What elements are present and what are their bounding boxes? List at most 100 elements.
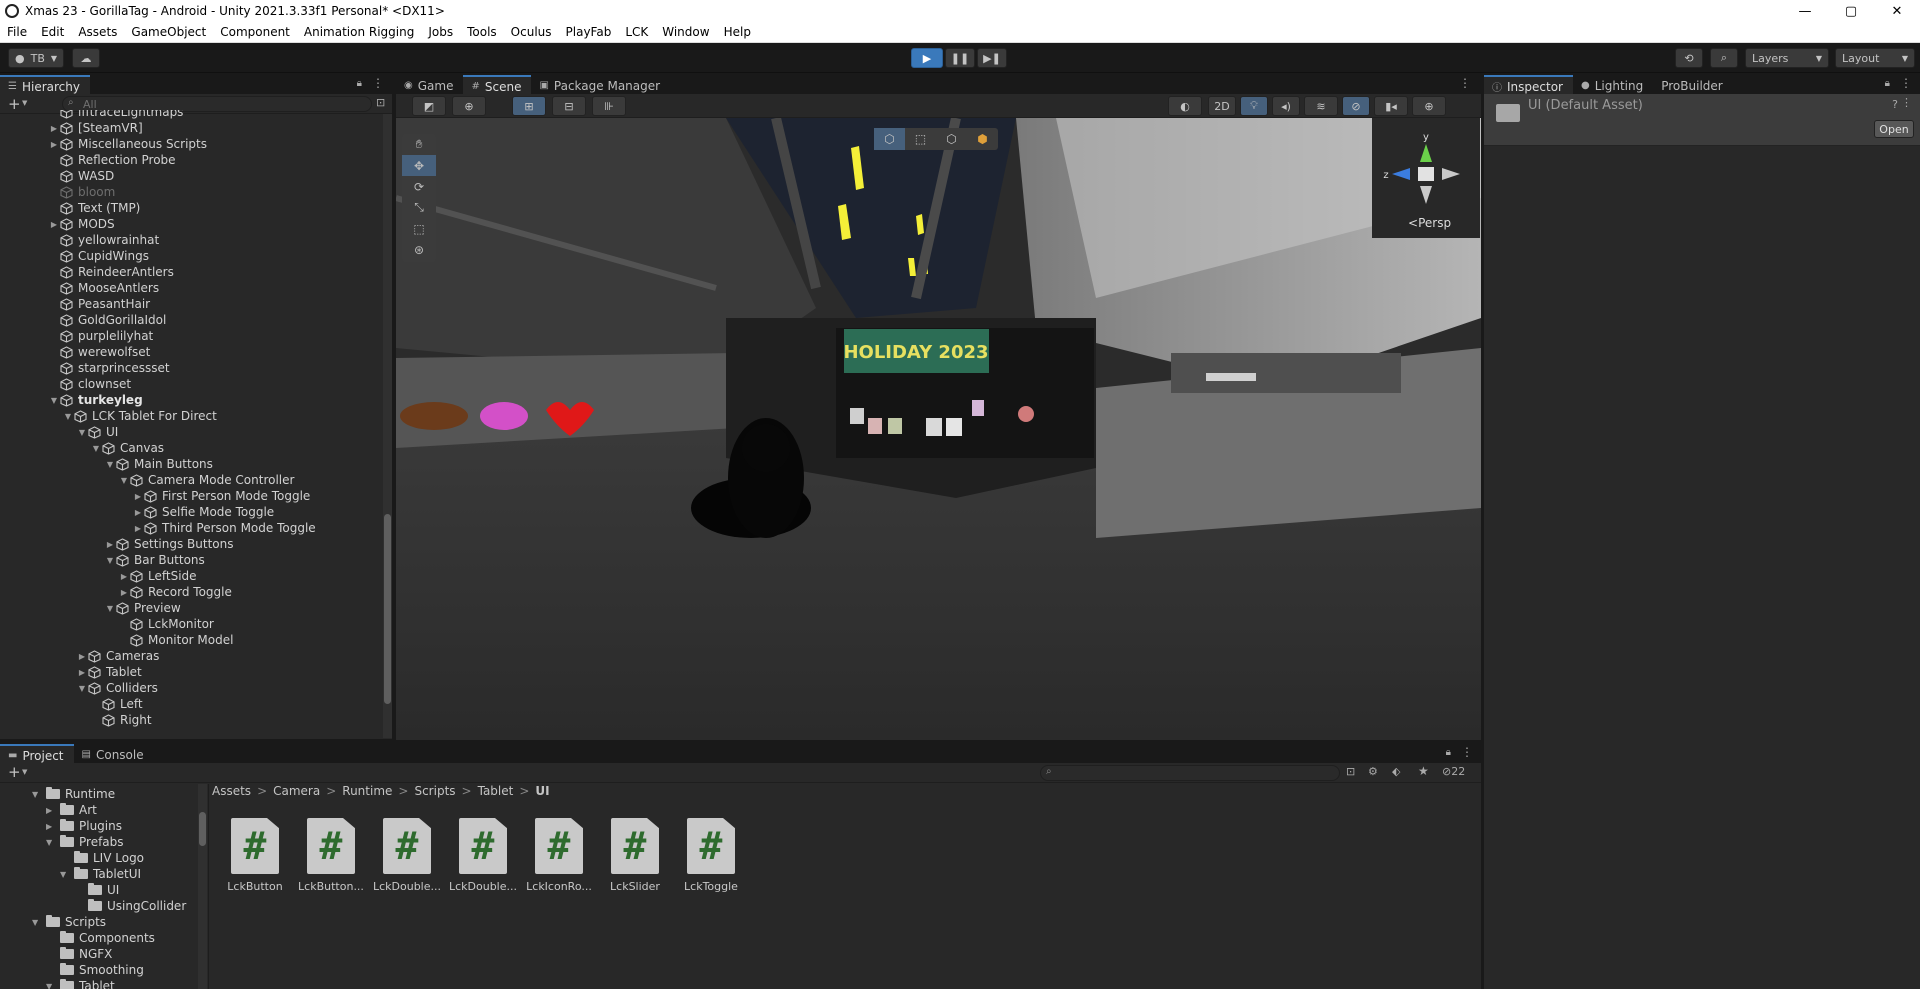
project-tree-scroll-thumb[interactable] <box>199 812 206 846</box>
expand-arrow-icon[interactable]: ▼ <box>32 918 46 927</box>
open-button[interactable]: Open <box>1874 120 1914 138</box>
script-asset[interactable]: # LckButton <box>219 818 291 893</box>
tab-inspector[interactable]: ⓘ Inspector <box>1484 75 1573 96</box>
minimize-button[interactable]: — <box>1782 0 1828 22</box>
project-folder-item[interactable]: ▼ TabletUI <box>60 866 141 882</box>
expand-arrow-icon[interactable]: ▼ <box>76 428 88 437</box>
hierarchy-item[interactable]: ▼ UI <box>76 424 118 440</box>
pause-button[interactable]: ❚❚ <box>945 48 975 68</box>
hierarchy-item[interactable]: PeasantHair <box>48 296 150 312</box>
orientation-gizmo[interactable]: y z <Persp <box>1372 118 1480 238</box>
expand-arrow-icon[interactable]: ▼ <box>90 444 102 453</box>
hierarchy-item[interactable]: Text (TMP) <box>48 200 140 216</box>
collapse-arrow-icon[interactable]: ▶ <box>132 508 144 517</box>
project-folder-item[interactable]: ▶ Art <box>46 802 97 818</box>
hierarchy-item[interactable]: yellowrainhat <box>48 232 159 248</box>
scene-visibility-toggle[interactable]: ⊘ <box>1342 96 1370 116</box>
menu-playfab[interactable]: PlayFab <box>559 25 619 39</box>
step-button[interactable]: ▶❚ <box>977 48 1007 68</box>
hierarchy-item[interactable]: ▶ [SteamVR] <box>48 120 143 136</box>
hidden-packages-toggle[interactable]: ⊘22 <box>1442 765 1465 778</box>
more-options-icon[interactable]: ⋮ <box>1900 76 1912 90</box>
tab-scene[interactable]: # Scene <box>463 75 532 96</box>
maximize-button[interactable]: ▢ <box>1828 0 1874 22</box>
more-options-icon[interactable]: ⋮ <box>1461 745 1473 759</box>
hierarchy-item[interactable]: ▼ Camera Mode Controller <box>118 472 295 488</box>
hierarchy-item[interactable]: CupidWings <box>48 248 149 264</box>
expand-arrow-icon[interactable]: ▼ <box>46 838 60 847</box>
menu-lck[interactable]: LCK <box>618 25 655 39</box>
rotate-tool-button[interactable]: ⟳ <box>402 176 436 197</box>
script-asset[interactable]: # LckDouble... <box>447 818 519 893</box>
project-folder-item[interactable]: Smoothing <box>46 962 144 978</box>
collapse-arrow-icon[interactable]: ▶ <box>132 524 144 533</box>
project-folder-item[interactable]: UI <box>74 882 119 898</box>
tab-lighting[interactable]: ● Lighting <box>1573 75 1653 96</box>
camera-dropdown[interactable]: ▮◂ <box>1374 96 1408 116</box>
lock-icon[interactable]: 🔒︎ <box>357 78 362 89</box>
hierarchy-item[interactable]: ▶ LeftSide <box>118 568 197 584</box>
cloud-button[interactable]: ☁ <box>72 48 100 68</box>
tab-probuilder[interactable]: ProBuilder <box>1653 75 1732 96</box>
close-button[interactable]: ✕ <box>1874 0 1920 22</box>
hierarchy-item[interactable]: MooseAntlers <box>48 280 159 296</box>
hierarchy-item[interactable]: ▶ Selfie Mode Toggle <box>132 504 274 520</box>
tab-game[interactable]: ◉ Game <box>396 75 463 96</box>
hierarchy-item[interactable]: ▶ Third Person Mode Toggle <box>132 520 316 536</box>
hierarchy-item[interactable]: ▼ Colliders <box>76 680 158 696</box>
hierarchy-item[interactable]: WASD <box>48 168 114 184</box>
hierarchy-item[interactable]: ▼ Preview <box>104 600 181 616</box>
layers-dropdown[interactable]: Layers ▼ <box>1745 48 1829 68</box>
hierarchy-item[interactable]: lfftraceLightmaps <box>48 110 183 120</box>
transform-tool-button[interactable]: ⊛ <box>402 239 436 260</box>
expand-arrow-icon[interactable]: ▼ <box>76 684 88 693</box>
tab-console[interactable]: ▤ Console <box>74 744 154 765</box>
projection-toggle[interactable]: <Persp <box>1408 216 1451 230</box>
account-button[interactable]: ● TB ▼ <box>8 48 64 68</box>
breadcrumb-item[interactable]: UI <box>535 784 549 798</box>
hierarchy-item[interactable]: starprincessset <box>48 360 170 376</box>
hierarchy-item[interactable]: ▶ Miscellaneous Scripts <box>48 136 207 152</box>
menu-assets[interactable]: Assets <box>71 25 124 39</box>
hierarchy-item[interactable]: Reflection Probe <box>48 152 176 168</box>
hierarchy-item[interactable]: ▶ Record Toggle <box>118 584 232 600</box>
expand-arrow-icon[interactable]: ▶ <box>46 806 60 815</box>
collapse-arrow-icon[interactable]: ▶ <box>104 540 116 549</box>
search-by-type-icon[interactable]: ⊡ <box>1346 765 1355 778</box>
project-folder-item[interactable]: UsingCollider <box>74 898 186 914</box>
tab-package-manager[interactable]: ▣ Package Manager <box>531 75 670 96</box>
menu-tools[interactable]: Tools <box>460 25 504 39</box>
collapse-arrow-icon[interactable]: ▶ <box>48 220 60 229</box>
hierarchy-item[interactable]: werewolfset <box>48 344 150 360</box>
render-mode-dropdown[interactable]: ◐ <box>1168 96 1202 116</box>
hierarchy-item[interactable]: ▼ turkeyleg <box>48 392 143 408</box>
hand-tool-button[interactable]: ✋︎ <box>402 134 436 155</box>
help-icon[interactable]: ? <box>1892 98 1898 111</box>
collapse-arrow-icon[interactable]: ▶ <box>118 572 130 581</box>
project-folder-item[interactable]: ▼ Scripts <box>32 914 106 930</box>
hierarchy-item[interactable]: GoldGorillaIdol <box>48 312 166 328</box>
project-tree-scrollbar[interactable] <box>198 784 207 989</box>
hierarchy-item[interactable]: ReindeerAntlers <box>48 264 174 280</box>
project-folder-item[interactable]: NGFX <box>46 946 112 962</box>
scene-viewport[interactable]: HOLIDAY 2023 <box>396 118 1481 740</box>
more-options-icon[interactable]: ⋮ <box>1459 76 1471 90</box>
expand-arrow-icon[interactable]: ▼ <box>32 790 46 799</box>
breadcrumb-item[interactable]: Camera <box>273 784 320 798</box>
toggle-2d-button[interactable]: 2D <box>1208 96 1236 116</box>
collapse-arrow-icon[interactable]: ▶ <box>118 588 130 597</box>
hierarchy-item[interactable]: LckMonitor <box>118 616 214 632</box>
hierarchy-item[interactable]: ▼ Main Buttons <box>104 456 213 472</box>
expand-arrow-icon[interactable]: ▼ <box>118 476 130 485</box>
tab-hierarchy[interactable]: ☰ Hierarchy <box>0 75 90 96</box>
create-button[interactable]: + <box>8 763 21 781</box>
object-mode-button[interactable]: ⬡ <box>874 128 905 150</box>
move-tool-button[interactable]: ✥ <box>402 155 436 176</box>
hierarchy-item[interactable]: Right <box>90 712 152 728</box>
more-options-icon[interactable]: ⋮ <box>372 76 384 90</box>
favorite-star-icon[interactable]: ★ <box>1418 764 1429 778</box>
hierarchy-item[interactable]: ▼ LCK Tablet For Direct <box>62 408 217 424</box>
scale-tool-button[interactable]: ⤡ <box>402 197 436 218</box>
menu-animation-rigging[interactable]: Animation Rigging <box>297 25 421 39</box>
expand-arrow-icon[interactable]: ▼ <box>104 604 116 613</box>
